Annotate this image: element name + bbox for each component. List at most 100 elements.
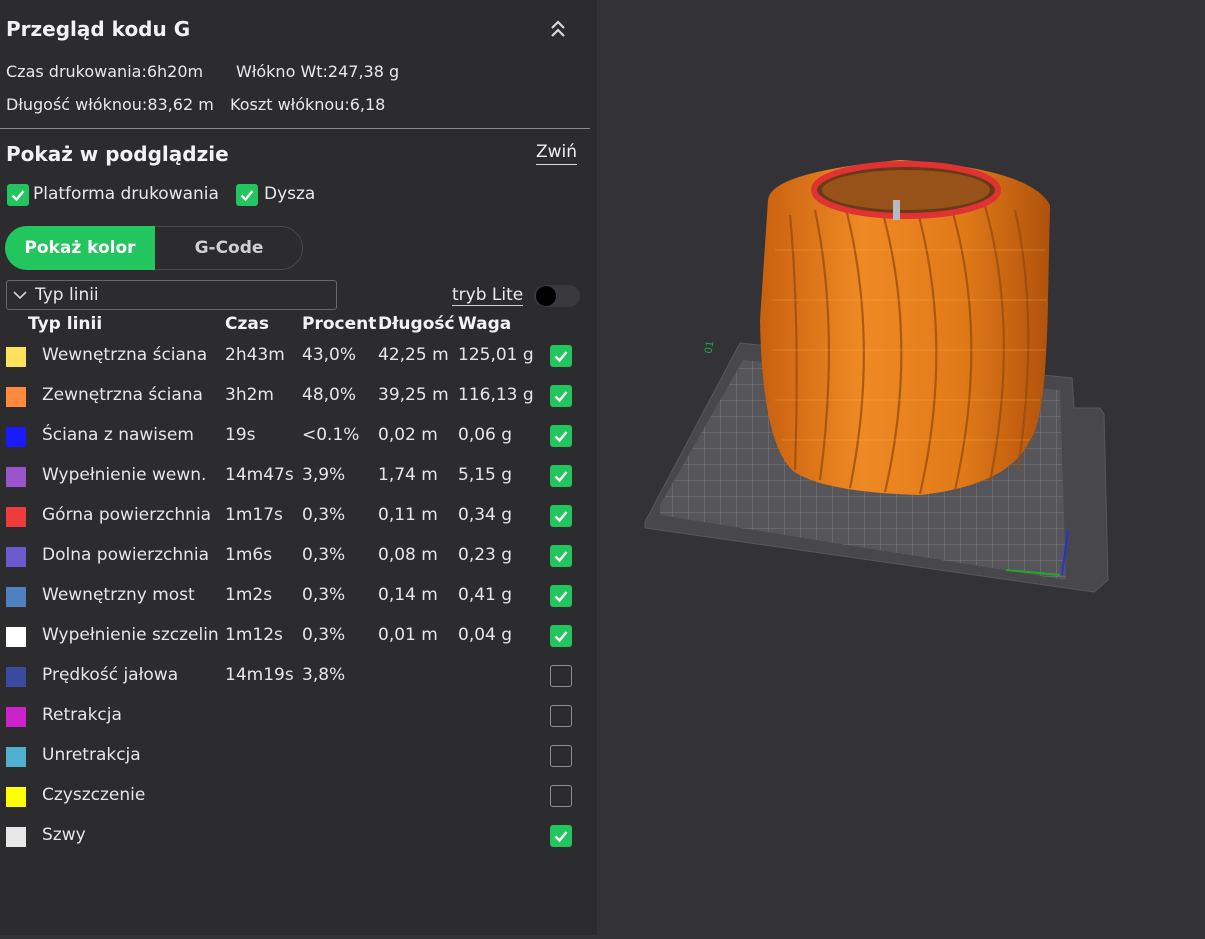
preview-section-title: Pokaż w podglądzie <box>6 142 229 166</box>
table-row: Szwy <box>0 819 597 859</box>
line-type-name: Wypełnienie wewn. <box>42 465 207 485</box>
line-type-weight: 0,34 g <box>458 505 513 525</box>
line-type-length: 42,25 m <box>378 345 449 365</box>
line-type-name: Wewnętrzna ściana <box>42 345 208 365</box>
collapse-panel-icon[interactable] <box>549 18 567 40</box>
line-type-name: Czyszczenie <box>42 785 146 805</box>
divider <box>0 128 590 129</box>
color-swatch <box>6 667 26 687</box>
table-row: Wypełnienie wewn. 14m47s 3,9% 1,74 m 5,15 g <box>0 459 597 499</box>
line-type-dropdown[interactable]: Typ linii <box>6 280 337 310</box>
collapse-link[interactable]: Zwiń <box>536 142 578 165</box>
line-type-length: 0,01 m <box>378 625 438 645</box>
table-row: Zewnętrzna ściana 3h2m 48,0% 39,25 m 116,13 … <box>0 379 597 419</box>
table-row: Wewnętrzna ściana 2h43m 43,0% 42,25 m 125,01… <box>0 339 597 379</box>
line-type-name: Retrakcja <box>42 705 122 725</box>
line-type-time: 1m2s <box>225 585 273 605</box>
printed-model <box>760 160 1050 495</box>
viewport-scene: 01 <box>644 160 1109 593</box>
color-swatch <box>6 827 26 847</box>
line-type-weight: 0,06 g <box>458 425 513 445</box>
line-type-length: 0,14 m <box>378 585 438 605</box>
line-type-time: 14m19s <box>225 665 294 685</box>
visibility-checkbox[interactable] <box>550 425 572 447</box>
visibility-checkbox[interactable] <box>550 825 572 847</box>
table-row: Czyszczenie <box>0 779 597 819</box>
line-type-name: Szwy <box>42 825 86 845</box>
build-plate-label: Platforma drukowania <box>33 184 219 204</box>
header-time: Czas <box>225 314 269 334</box>
chevron-down-icon <box>13 291 27 300</box>
visibility-checkbox[interactable] <box>550 705 572 727</box>
visibility-checkbox[interactable] <box>550 745 572 767</box>
visibility-checkbox[interactable] <box>550 345 572 367</box>
checkmark-icon <box>554 471 568 483</box>
visibility-checkbox[interactable] <box>550 385 572 407</box>
visibility-checkbox[interactable] <box>550 585 572 607</box>
checkmark-icon <box>554 511 568 523</box>
color-swatch <box>6 467 26 487</box>
line-type-percent: 0,3% <box>302 505 346 525</box>
line-type-percent: 3,8% <box>302 665 346 685</box>
table-row: Wypełnienie szczelin 1m12s 0,3% 0,01 m 0,04 … <box>0 619 597 659</box>
color-swatch <box>6 707 26 727</box>
line-type-name: Unretrakcja <box>42 745 141 765</box>
line-type-length: 39,25 m <box>378 385 449 405</box>
line-type-weight: 116,13 g <box>458 385 534 405</box>
visibility-checkbox[interactable] <box>550 665 572 687</box>
filament-cost: Koszt włóknou:6,18 <box>230 95 386 114</box>
color-swatch <box>6 507 26 527</box>
checkmark-icon <box>11 190 25 202</box>
line-type-weight: 0,23 g <box>458 545 513 565</box>
nozzle-checkbox[interactable] <box>236 184 258 206</box>
table-row: Retrakcja <box>0 699 597 739</box>
build-plate-checkbox[interactable] <box>7 184 29 206</box>
table-row: Unretrakcja <box>0 739 597 779</box>
checkmark-icon <box>240 190 254 202</box>
line-type-time: 3h2m <box>225 385 274 405</box>
3d-viewport[interactable]: 01 <box>597 0 1205 935</box>
color-swatch <box>6 347 26 367</box>
show-color-tab[interactable]: Pokaż kolor <box>5 226 155 270</box>
checkmark-icon <box>554 391 568 403</box>
visibility-checkbox[interactable] <box>550 545 572 567</box>
line-type-name: Dolna powierzchnia <box>42 545 210 565</box>
line-type-name: Prędkość jałowa <box>42 665 179 685</box>
line-type-percent: 43,0% <box>302 345 357 365</box>
line-type-length: 0,02 m <box>378 425 438 445</box>
table-row: Wewnętrzny most 1m2s 0,3% 0,14 m 0,41 g <box>0 579 597 619</box>
checkmark-icon <box>554 431 568 443</box>
lite-mode-switch[interactable] <box>534 285 580 307</box>
visibility-checkbox[interactable] <box>550 505 572 527</box>
header-line-type: Typ linii <box>28 314 103 334</box>
line-type-time: 1m12s <box>225 625 283 645</box>
print-time: Czas drukowania:6h20m <box>6 62 204 81</box>
line-type-percent: 0,3% <box>302 545 346 565</box>
checkmark-icon <box>554 351 568 363</box>
line-type-time: 1m17s <box>225 505 283 525</box>
line-type-weight: 0,41 g <box>458 585 513 605</box>
color-swatch <box>6 547 26 567</box>
header-percent: Procent <box>302 314 377 334</box>
header-length: Długość <box>378 314 455 334</box>
gcode-preview-panel: Przegląd kodu G Czas drukowania:6h20m Wł… <box>0 0 597 935</box>
color-swatch <box>6 427 26 447</box>
dropdown-value: Typ linii <box>35 285 99 305</box>
line-type-name: Górna powierzchnia <box>42 505 212 525</box>
visibility-checkbox[interactable] <box>550 785 572 807</box>
switch-knob <box>536 286 556 306</box>
line-type-percent: <0.1% <box>302 425 360 445</box>
color-swatch <box>6 627 26 647</box>
table-row: Prędkość jałowa 14m19s 3,8% <box>0 659 597 699</box>
visibility-checkbox[interactable] <box>550 465 572 487</box>
visibility-checkbox[interactable] <box>550 625 572 647</box>
checkmark-icon <box>554 551 568 563</box>
table-row: Górna powierzchnia 1m17s 0,3% 0,11 m 0,34 g <box>0 499 597 539</box>
line-type-name: Ściana z nawisem <box>42 425 194 445</box>
line-type-weight: 125,01 g <box>458 345 534 365</box>
checkmark-icon <box>554 831 568 843</box>
line-type-name: Wewnętrzny most <box>42 585 195 605</box>
gcode-tab[interactable]: G-Code <box>155 226 303 270</box>
color-swatch <box>6 747 26 767</box>
line-type-time: 19s <box>225 425 256 445</box>
